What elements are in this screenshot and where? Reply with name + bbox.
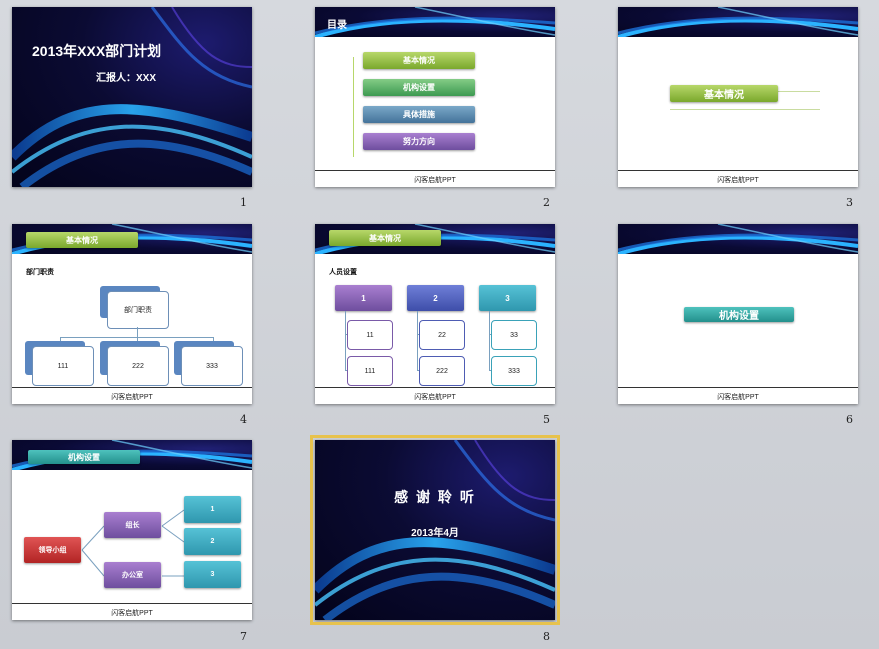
toc-item-4[interactable]: 努力方向 [363, 133, 475, 150]
wave-decoration [618, 224, 858, 254]
slide-number: 6 [846, 413, 853, 426]
wave-decoration [618, 7, 858, 37]
slide-footer: 闪客启航PPT [717, 394, 759, 401]
slide-number: 3 [846, 196, 853, 209]
slide-number: 2 [543, 196, 550, 209]
slide-subtitle: 2013年4月 [411, 528, 459, 539]
footer-divider [618, 170, 858, 171]
slide-label: 人员设置 [329, 269, 357, 276]
column-item[interactable]: 111 [347, 356, 393, 386]
footer-divider [12, 603, 252, 604]
column-item[interactable]: 333 [491, 356, 537, 386]
slide-number: 8 [543, 630, 550, 643]
tree-root[interactable]: 领导小组 [24, 537, 81, 563]
slide-number: 4 [240, 413, 247, 426]
slide-title: 感 谢 聆 听 [394, 489, 476, 505]
slide-number: 7 [240, 630, 247, 643]
column-item[interactable]: 33 [491, 320, 537, 350]
org-child[interactable]: 333 [181, 346, 243, 386]
column-item[interactable]: 222 [419, 356, 465, 386]
slide-thumbnail-7[interactable]: 机构设置 领导小组 组长 办公室 1 2 3 闪客启航PPT [12, 440, 252, 620]
slide-thumbnail-1[interactable]: 2013年XXX部门计划 汇报人：XXX [12, 7, 252, 187]
slide-thumbnail-5[interactable]: 基本情况 人员设置 1 11 111 2 22 222 3 33 333 闪客启… [315, 224, 555, 404]
slide-label: 部门职责 [26, 269, 54, 276]
section-title: 机构设置 [684, 307, 794, 322]
column-head-3[interactable]: 3 [479, 285, 536, 311]
slide-header-tab: 基本情况 [329, 230, 441, 246]
bracket-line [353, 57, 354, 157]
tree-leaf-1[interactable]: 1 [184, 496, 241, 523]
column-item[interactable]: 22 [419, 320, 465, 350]
slide-footer: 闪客启航PPT [717, 177, 759, 184]
slide-thumbnail-2[interactable]: 目录 基本情况 机构设置 具体措施 努力方向 闪客启航PPT [315, 7, 555, 187]
toc-item-1[interactable]: 基本情况 [363, 52, 475, 69]
toc-item-2[interactable]: 机构设置 [363, 79, 475, 96]
section-line [670, 109, 820, 110]
slide-footer: 闪客启航PPT [414, 177, 456, 184]
slide-banner [618, 7, 858, 37]
wave-decoration [315, 7, 555, 37]
slide-title: 2013年XXX部门计划 [32, 43, 162, 59]
wave-decoration [12, 7, 252, 187]
org-child[interactable]: 222 [107, 346, 169, 386]
slide-header-tab: 基本情况 [26, 232, 138, 248]
column-head-2[interactable]: 2 [407, 285, 464, 311]
tree-leaf-2[interactable]: 2 [184, 528, 241, 555]
slide-footer: 闪客启航PPT [111, 610, 153, 617]
slide-footer: 闪客启航PPT [414, 394, 456, 401]
slide-thumbnail-8[interactable]: 感 谢 聆 听 2013年4月 [310, 435, 560, 625]
footer-divider [315, 170, 555, 171]
connector [137, 327, 138, 337]
slide-banner [618, 224, 858, 254]
org-child[interactable]: 111 [32, 346, 94, 386]
slide-number: 5 [543, 413, 550, 426]
slide-title: 目录 [327, 20, 347, 31]
footer-divider [315, 387, 555, 388]
toc-item-3[interactable]: 具体措施 [363, 106, 475, 123]
footer-divider [618, 387, 858, 388]
slide-thumbnail-4[interactable]: 基本情况 部门职责 部门职责 111 222 333 闪客启航PPT [12, 224, 252, 404]
connector [345, 311, 346, 371]
slide-thumbnail-6[interactable]: 机构设置 闪客启航PPT [618, 224, 858, 404]
org-root[interactable]: 部门职责 [107, 291, 169, 329]
connector [489, 311, 490, 371]
slide-subtitle: 汇报人：XXX [96, 73, 157, 84]
column-head-1[interactable]: 1 [335, 285, 392, 311]
tree-mid-1[interactable]: 组长 [104, 512, 161, 538]
section-title: 基本情况 [670, 85, 778, 102]
slide-number: 1 [240, 196, 247, 209]
connector [417, 311, 418, 371]
tree-mid-2[interactable]: 办公室 [104, 562, 161, 588]
tree-leaf-3[interactable]: 3 [184, 561, 241, 588]
slide-banner [315, 7, 555, 37]
column-item[interactable]: 11 [347, 320, 393, 350]
slide-footer: 闪客启航PPT [111, 394, 153, 401]
slide-thumbnail-3[interactable]: 基本情况 闪客启航PPT [618, 7, 858, 187]
footer-divider [12, 387, 252, 388]
